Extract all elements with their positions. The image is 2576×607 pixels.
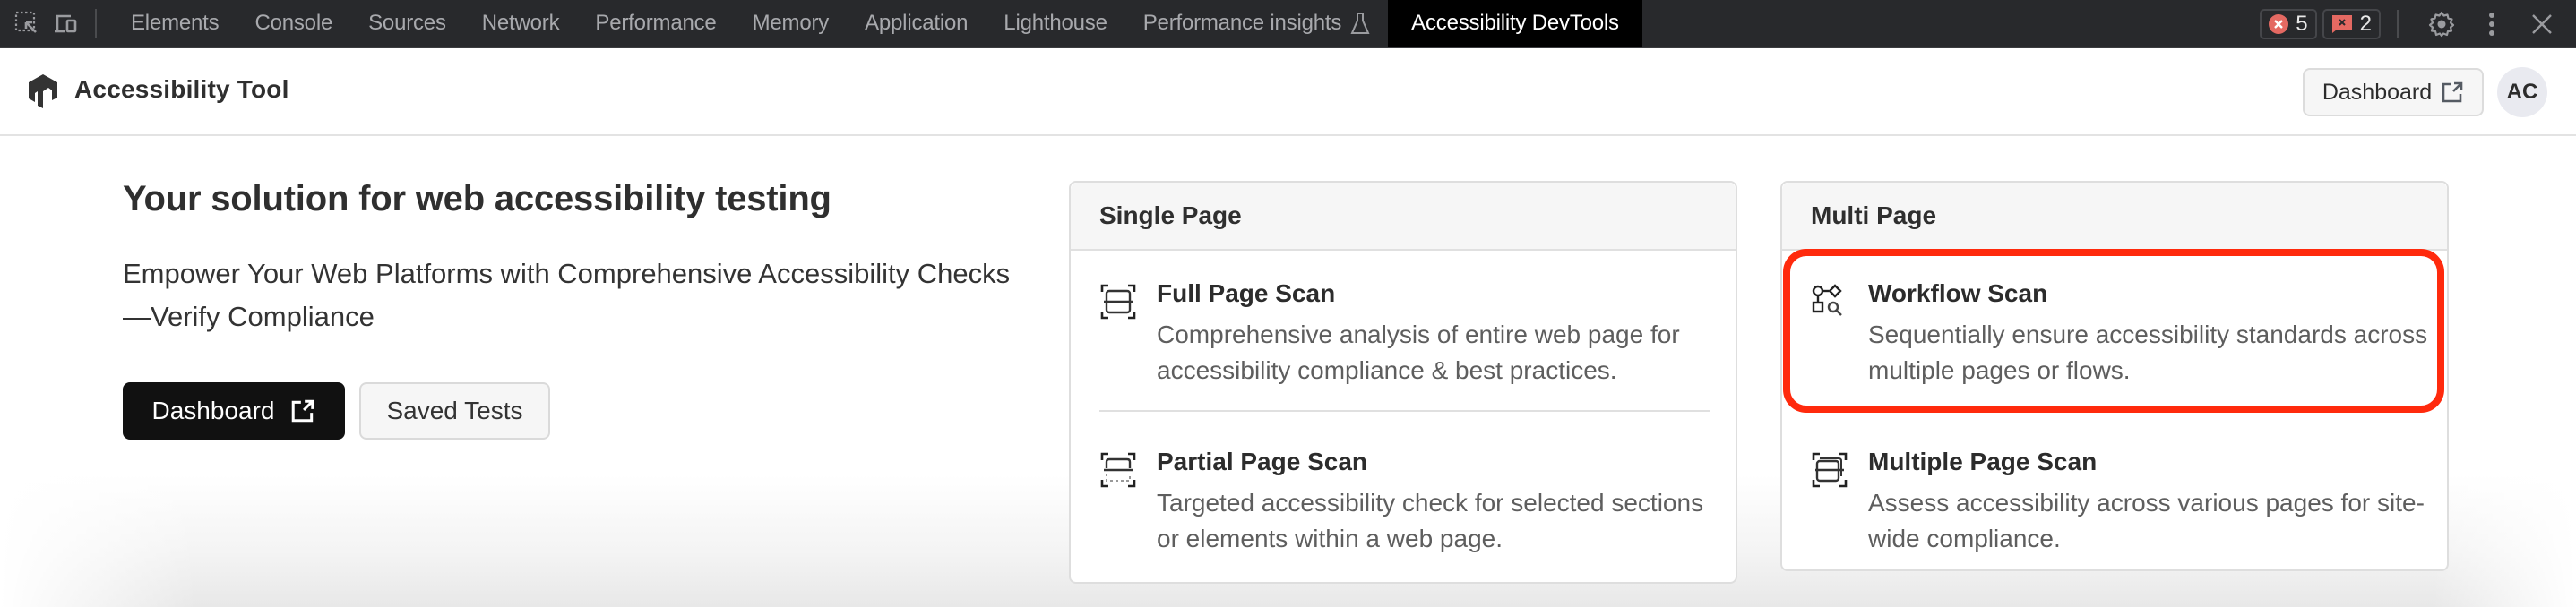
device-toolbar-icon[interactable] (47, 0, 86, 47)
tab-label: Application (865, 11, 969, 35)
devtools-tab-bar: Elements Console Sources Network Perform… (0, 0, 2576, 48)
tab-label: Lighthouse (1004, 11, 1107, 35)
option-title: Multiple Page Scan (1868, 448, 2098, 475)
inspect-element-icon[interactable] (7, 0, 47, 47)
close-devtools-button[interactable] (2517, 0, 2567, 48)
more-options-button[interactable] (2467, 0, 2517, 48)
tab-label: Elements (131, 11, 220, 35)
dashboard-button[interactable]: Dashboard (123, 382, 345, 440)
full-page-scan-option[interactable]: Full Page Scan Comprehensive analysis of… (1099, 279, 1709, 396)
hero-title: Your solution for web accessibility test… (123, 179, 831, 218)
tab-elements[interactable]: Elements (113, 0, 237, 47)
dashboard-button-label: Dashboard (151, 397, 275, 424)
option-description: Targeted accessibility check for selecte… (1157, 489, 1704, 552)
multi-page-card: Multi Page Workflow Scan Sequentially en… (1780, 181, 2449, 571)
settings-button[interactable] (2417, 0, 2467, 48)
option-divider (1099, 410, 1710, 412)
header-dashboard-button[interactable]: Dashboard (2303, 68, 2484, 116)
tab-application[interactable]: Application (847, 0, 986, 47)
tab-performance-insights[interactable]: Performance insights (1125, 0, 1388, 47)
partial-page-scan-option[interactable]: Partial Page Scan Targeted accessibility… (1099, 448, 1709, 564)
dashboard-label: Dashboard (2322, 79, 2433, 105)
full-page-scan-icon (1100, 284, 1136, 320)
card-header: Single Page (1071, 183, 1736, 251)
tab-performance[interactable]: Performance (577, 0, 734, 47)
main-content: Your solution for web accessibility test… (0, 136, 2576, 607)
tab-label: Performance insights (1142, 11, 1342, 35)
multiple-page-scan-option[interactable]: Multiple Page Scan Assess accessibility … (1811, 448, 2425, 564)
gear-icon (2428, 11, 2455, 38)
app-header: Accessibility Tool Dashboard AC (0, 48, 2576, 136)
external-link-icon (2442, 81, 2463, 103)
card-title: Multi Page (1811, 201, 1937, 229)
saved-tests-label: Saved Tests (386, 397, 523, 424)
avatar-initials: AC (2506, 80, 2538, 104)
devtools-right-controls: 5 2 (2260, 0, 2576, 48)
single-page-card: Single Page Full Page Scan Comprehensive… (1069, 181, 1737, 584)
tab-network[interactable]: Network (464, 0, 578, 47)
close-icon (2532, 14, 2552, 34)
toolbar-divider (95, 9, 97, 38)
tab-sources[interactable]: Sources (350, 0, 464, 47)
tab-label: Accessibility DevTools (1411, 11, 1619, 35)
multiple-page-scan-icon (1812, 452, 1848, 488)
tab-label: Sources (368, 11, 446, 35)
option-title: Full Page Scan (1157, 279, 1336, 307)
option-title: Workflow Scan (1868, 279, 2048, 307)
workflow-scan-option[interactable]: Workflow Scan Sequentially ensure access… (1811, 279, 2427, 396)
partial-page-scan-icon (1100, 452, 1136, 488)
tab-label: Memory (752, 11, 830, 35)
issues-count-badge[interactable]: 2 (2322, 9, 2381, 39)
card-title: Single Page (1099, 201, 1242, 229)
option-title: Partial Page Scan (1157, 448, 1368, 475)
tab-label: Performance (595, 11, 717, 35)
card-header: Multi Page (1782, 183, 2447, 251)
issues-count: 2 (2359, 12, 2372, 36)
error-icon (2269, 14, 2289, 34)
tab-memory[interactable]: Memory (735, 0, 847, 47)
error-count-badge[interactable]: 5 (2260, 9, 2317, 39)
tab-accessibility-devtools[interactable]: Accessibility DevTools (1388, 0, 1642, 47)
option-description: Comprehensive analysis of entire web pag… (1157, 321, 1680, 384)
saved-tests-button[interactable]: Saved Tests (359, 382, 550, 440)
tab-label: Console (254, 11, 333, 35)
issue-message-icon (2331, 15, 2352, 33)
hero-subtitle: Empower Your Web Platforms with Comprehe… (123, 258, 1011, 332)
error-count: 5 (2296, 12, 2308, 36)
hexagon-arrow-logo-icon (29, 74, 57, 108)
workflow-scan-icon (1812, 284, 1842, 316)
tab-console[interactable]: Console (237, 0, 350, 47)
toolbar-divider (2397, 10, 2399, 38)
tab-label: Network (481, 11, 560, 35)
user-avatar[interactable]: AC (2497, 67, 2547, 117)
more-vertical-icon (2489, 13, 2494, 36)
option-description: Sequentially ensure accessibility standa… (1868, 321, 2428, 384)
option-description: Assess accessibility across various page… (1868, 489, 2425, 552)
flask-icon (1350, 13, 1370, 34)
devtools-tabs: Elements Console Sources Network Perform… (113, 0, 1642, 47)
external-link-icon (292, 399, 314, 423)
tab-lighthouse[interactable]: Lighthouse (986, 0, 1124, 47)
app-title: Accessibility Tool (74, 75, 289, 103)
